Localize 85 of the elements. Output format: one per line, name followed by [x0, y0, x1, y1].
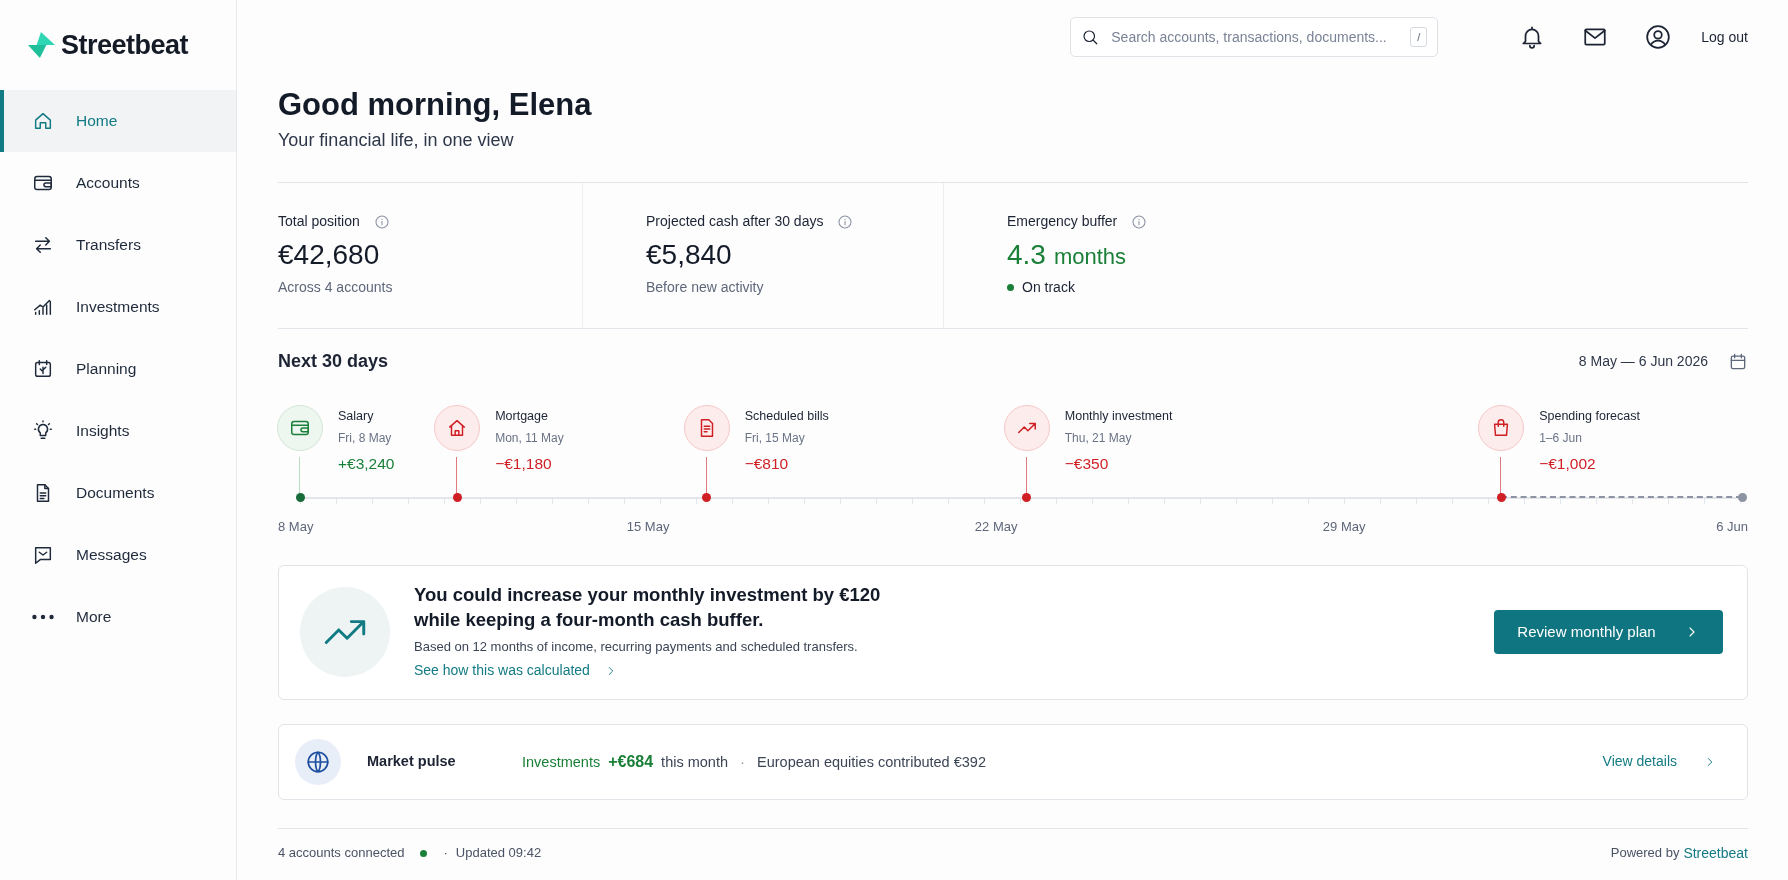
separator-dot: · — [740, 751, 745, 772]
greeting-subtitle: Your financial life, in one view — [278, 129, 515, 153]
event-label: Scheduled bills — [744, 407, 829, 425]
sidebar-item[interactable]: Home — [0, 90, 236, 152]
event-date: Mon, 11 May — [495, 430, 564, 448]
stat-label: Emergency buffer — [1007, 212, 1118, 232]
user-avatar-icon[interactable] — [1645, 24, 1672, 50]
info-icon — [837, 213, 854, 230]
axis-label: 6 Jun — [1716, 517, 1748, 536]
axis-label: 15 May — [626, 517, 670, 536]
info-icon — [1131, 213, 1148, 230]
last-updated: Updated 09:42 — [455, 844, 542, 863]
stat-note: Across 4 accounts — [278, 278, 394, 297]
message-icon — [32, 544, 54, 566]
view-details-link[interactable]: View details — [1602, 751, 1717, 772]
event-amount: +€3,240 — [338, 454, 395, 475]
powered-by-label: Powered by — [1610, 843, 1680, 862]
insight-detail: Based on 12 months of income, recurring payments and scheduled transfers. — [414, 637, 859, 656]
search-icon — [1081, 28, 1100, 46]
stat-value: €42,680 — [278, 240, 381, 271]
event-point — [1022, 492, 1032, 502]
sidebar-item[interactable]: Accounts — [0, 152, 236, 214]
globe-icon — [305, 748, 331, 775]
date-range: 8 May — 6 Jun 2026 — [1578, 352, 1708, 372]
event-point — [452, 492, 462, 502]
stat-unit: months — [1053, 245, 1127, 270]
event-amount: −€810 — [744, 454, 790, 475]
event-amount: −€350 — [1064, 454, 1110, 475]
sidebar-item[interactable]: Insights — [0, 400, 236, 462]
info-icon — [373, 213, 390, 230]
event-point — [702, 492, 712, 502]
change-amount: +€684 — [608, 751, 654, 772]
stat-status: On track — [1022, 278, 1075, 297]
category-label: Investments — [522, 752, 601, 772]
sidebar-item[interactable]: Documents — [0, 462, 236, 524]
transfer-arrows-icon — [32, 234, 54, 256]
event-point — [1496, 492, 1506, 502]
event-point — [295, 492, 305, 502]
event-date: Fri, 15 May — [744, 430, 806, 448]
stat-value: 4.3 — [1007, 240, 1046, 271]
event-amount: −€1,002 — [1539, 454, 1597, 475]
logout-button[interactable]: Log out — [1701, 26, 1748, 48]
calculation-link[interactable]: See how this was calculated — [414, 660, 618, 681]
logo-icon — [28, 32, 55, 58]
stat-label: Projected cash after 30 days — [646, 212, 824, 232]
event-amount: −€1,180 — [495, 454, 553, 475]
brand-link[interactable]: Streetbeat — [1683, 842, 1748, 864]
shortcut-key: / — [1410, 26, 1428, 48]
home-icon — [32, 110, 54, 132]
event-label: Mortgage — [495, 407, 549, 425]
period-label: this month — [661, 752, 728, 772]
timeline-end-point — [1737, 492, 1747, 502]
greeting-title: Good morning, Elena — [278, 86, 593, 124]
sidebar-item[interactable]: Transfers — [0, 214, 236, 276]
search-field[interactable]: Search accounts, transactions, documents... / — [1070, 17, 1439, 57]
status-dot — [1007, 284, 1014, 291]
axis-label: 8 May — [278, 517, 314, 536]
more-dots-icon — [32, 614, 54, 620]
review-plan-button[interactable]: Review monthly plan — [1494, 610, 1723, 655]
stat-label: Total position — [278, 212, 360, 232]
brand-name: Streetbeat — [61, 28, 189, 62]
lightbulb-icon — [32, 420, 54, 442]
stat-value: €5,840 — [646, 240, 733, 271]
stat-note: Before new activity — [646, 278, 765, 297]
insight-title: You could increase your monthly investment by €120 while keeping a four-month cash buffer. — [414, 582, 882, 632]
sidebar-item[interactable]: Messages — [0, 524, 236, 586]
calendar-icon — [32, 358, 54, 380]
event-label: Monthly investment — [1064, 407, 1173, 425]
connected-accounts: 4 accounts connected — [278, 844, 405, 863]
axis-label: 29 May — [1322, 517, 1366, 536]
sidebar-item[interactable]: Investments — [0, 276, 236, 338]
market-pulse-title: Market pulse — [367, 751, 457, 771]
sidebar-item[interactable]: Planning — [0, 338, 236, 400]
event-label: Salary — [338, 407, 375, 425]
event-date: 1–6 Jun — [1539, 430, 1583, 448]
event-date: Thu, 21 May — [1064, 430, 1133, 448]
section-title: Next 30 days — [278, 351, 389, 373]
market-detail: European equities contributed €392 — [757, 752, 986, 772]
event-label: Spending forecast — [1539, 407, 1640, 425]
calendar-icon[interactable] — [1728, 351, 1748, 372]
separator-dot: · — [443, 844, 448, 863]
event-date: Fri, 8 May — [338, 430, 393, 448]
search-input[interactable]: Search accounts, transactions, documents... — [1109, 25, 1401, 49]
sidebar-item[interactable]: More — [0, 586, 236, 648]
axis-label: 22 May — [974, 517, 1018, 536]
